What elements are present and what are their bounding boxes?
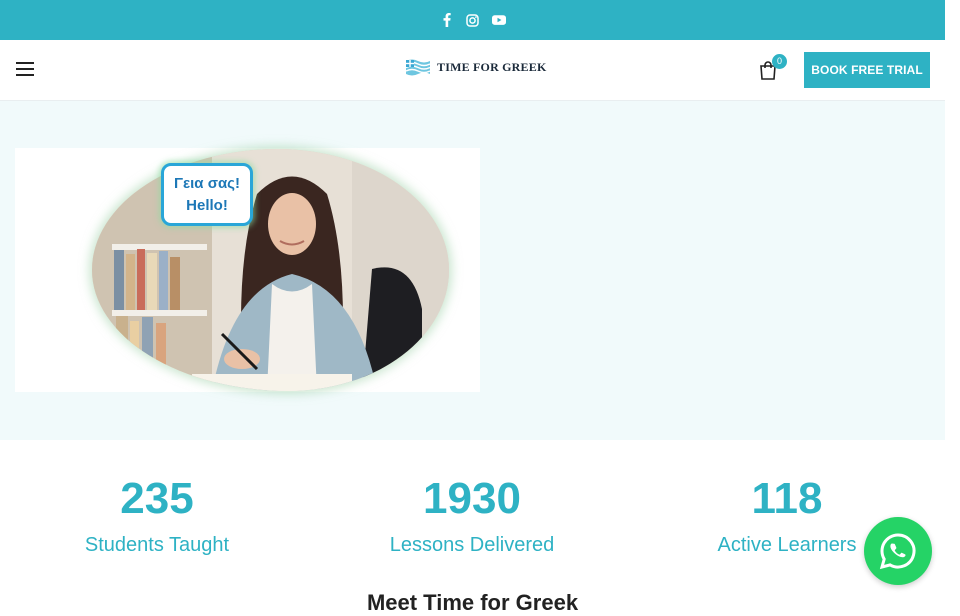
section-heading: Meet Time for Greek <box>366 590 579 615</box>
hero-photo-blob <box>92 149 449 391</box>
stat-label: Students Taught <box>84 534 230 556</box>
site-logo[interactable]: TIME FOR GREEK <box>405 58 546 76</box>
stat-lessons-delivered: 1930 Lessons Delivered <box>322 474 622 557</box>
cart-icon[interactable]: 0 <box>758 54 787 80</box>
stat-label: Lessons Delivered <box>389 534 555 556</box>
stat-students-taught: 235 Students Taught <box>7 474 307 557</box>
bubble-english-text: Hello! <box>186 196 228 214</box>
book-free-trial-button[interactable]: BOOK FREE TRIAL <box>804 52 930 88</box>
stats-section: 235 Students Taught 1930 Lessons Deliver… <box>0 440 945 600</box>
hero-section: Γεια σας! Hello! <box>0 101 945 440</box>
whatsapp-chat-button[interactable] <box>864 517 932 585</box>
facebook-icon[interactable] <box>440 13 454 27</box>
youtube-icon[interactable] <box>491 13 506 27</box>
stat-value: 235 <box>120 474 194 523</box>
hero-image: Γεια σας! Hello! <box>15 148 480 392</box>
bubble-greek-text: Γεια σας! <box>174 174 240 192</box>
logo-text: TIME FOR GREEK <box>437 59 547 74</box>
greeting-speech-bubble: Γεια σας! Hello! <box>161 163 253 226</box>
greek-flag-icon <box>405 59 431 76</box>
teacher-photo <box>92 149 449 391</box>
instagram-icon[interactable] <box>466 13 480 27</box>
cart-count-badge: 0 <box>772 54 787 69</box>
hamburger-menu-icon[interactable] <box>16 62 34 77</box>
top-social-bar <box>0 0 945 40</box>
stat-value: 1930 <box>423 474 521 523</box>
site-header: TIME FOR GREEK 0 BOOK FREE TRIAL <box>0 40 945 101</box>
whatsapp-icon <box>879 533 916 570</box>
